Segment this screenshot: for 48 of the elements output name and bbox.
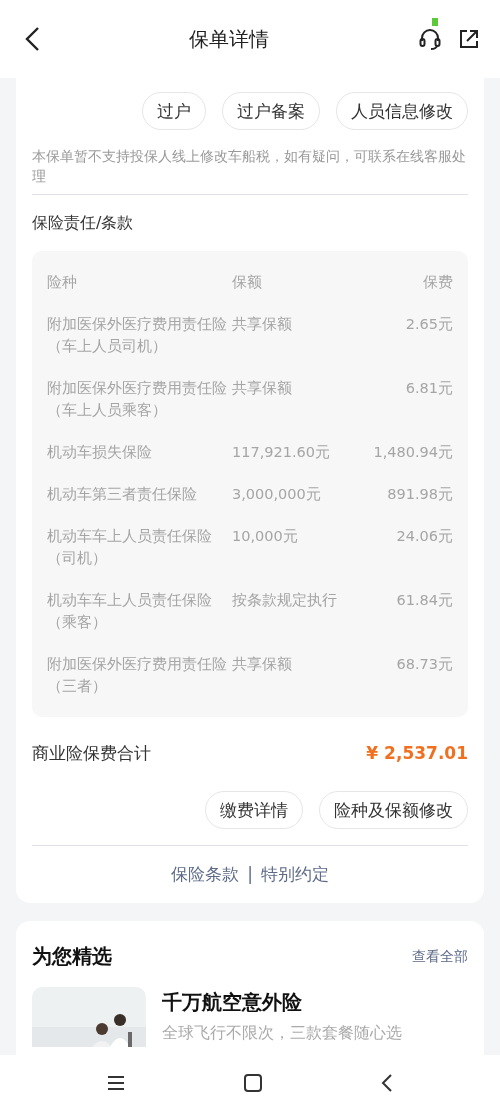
- table-cell-text: 按条款规定执行: [232, 591, 338, 610]
- column-header: 保费: [423, 273, 453, 292]
- section-title: 为您精选: [32, 943, 112, 970]
- table-cell-text: 机动车损失保险: [47, 443, 153, 462]
- back-icon[interactable]: [380, 1074, 393, 1092]
- table-cell-text: 891.98元: [387, 485, 453, 504]
- separator: |: [247, 862, 253, 886]
- home-icon[interactable]: [244, 1074, 262, 1092]
- table-cell-text: 1,480.94元: [373, 443, 453, 462]
- table-cell-text: 6.81元: [405, 379, 453, 398]
- action-button[interactable]: 过户备案: [222, 92, 320, 130]
- total-amount: ¥ 2,537.01: [366, 742, 468, 765]
- table-cell-text: 机动车车上人员责任保险（乘客）: [47, 591, 213, 632]
- table-cell-text: 机动车第三者责任保险: [47, 485, 198, 504]
- table-cell-text: 2.65元: [405, 315, 453, 334]
- notice-text: 本保单暂不支持投保人线上修改车船税，如有疑问，可联系在线客服处理: [32, 146, 468, 195]
- share-icon[interactable]: [458, 28, 480, 50]
- column-header: 险种: [47, 273, 78, 292]
- table-cell-text: 共享保额: [232, 655, 293, 674]
- table-cell-text: 共享保额: [232, 315, 293, 334]
- table-cell-text: 附加医保外医疗费用责任险（车上人员乘客）: [47, 379, 228, 420]
- menu-icon[interactable]: [107, 1075, 126, 1091]
- table-cell-text: 61.84元: [396, 591, 453, 610]
- view-all-link[interactable]: 查看全部: [412, 945, 468, 967]
- table-cell-text: 共享保额: [232, 379, 293, 398]
- action-button[interactable]: 人员信息修改: [336, 92, 468, 130]
- table-cell-text: 117,921.60元: [232, 443, 332, 462]
- table-cell-text: 68.73元: [396, 655, 453, 674]
- table-cell-text: 3,000,000元: [232, 485, 322, 504]
- action-button[interactable]: 过户: [142, 92, 206, 130]
- table-cell-text: 10,000元: [232, 527, 299, 546]
- section-title: 保险责任/条款: [32, 212, 135, 234]
- page-title: 保单详情: [189, 27, 269, 51]
- column-header: 保额: [232, 273, 263, 292]
- link[interactable]: 保险条款: [171, 861, 240, 887]
- link[interactable]: 特别约定: [260, 861, 329, 887]
- table-cell-text: 附加医保外医疗费用责任险（三者）: [47, 655, 228, 696]
- action-button[interactable]: 险种及保额修改: [319, 790, 468, 829]
- table-cell-text: 附加医保外医疗费用责任险（车上人员司机）: [47, 315, 228, 356]
- headset-icon[interactable]: [418, 27, 442, 51]
- product-subtitle: 全球飞行不限次，三款套餐随心选: [162, 1022, 402, 1044]
- status-icon: [432, 18, 438, 26]
- action-button[interactable]: 缴费详情: [205, 790, 303, 829]
- back-icon[interactable]: [24, 26, 40, 52]
- table-cell-text: 24.06元: [396, 527, 453, 546]
- total-label: 商业险保费合计: [32, 742, 151, 765]
- table-cell-text: 机动车车上人员责任保险（司机）: [47, 527, 213, 568]
- product-title: 千万航空意外险: [162, 989, 303, 1016]
